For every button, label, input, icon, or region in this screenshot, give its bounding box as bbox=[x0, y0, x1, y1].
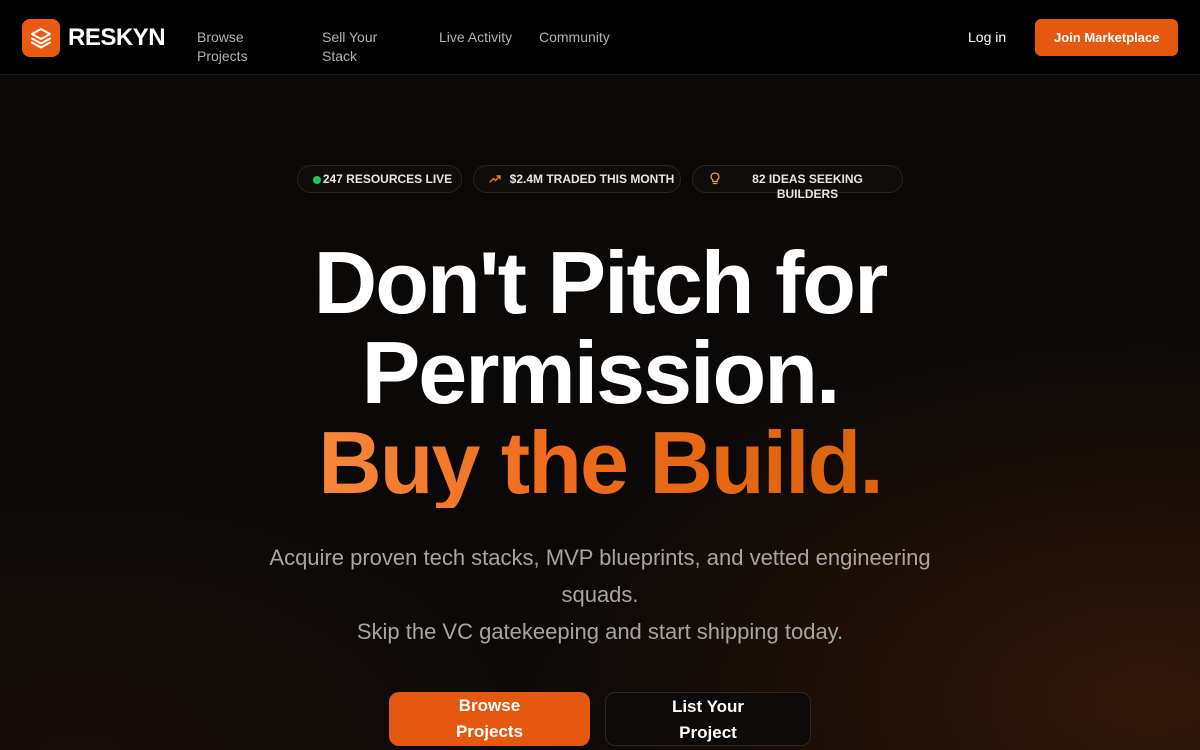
stat-label: 247 RESOURCES LIVE bbox=[322, 172, 453, 186]
headline-line-2: Permission. bbox=[361, 323, 841, 422]
logo-layers-icon[interactable] bbox=[22, 19, 60, 57]
subtitle-line-1: Acquire proven tech stacks, MVP blueprin… bbox=[269, 545, 931, 607]
browse-projects-button[interactable]: Browse Projects bbox=[389, 692, 590, 746]
stat-label: $2.4M TRADED THIS MONTH bbox=[509, 172, 675, 186]
join-marketplace-button[interactable]: Join Marketplace bbox=[1035, 19, 1178, 56]
stat-label: 82 IDEAS SEEKING BUILDERS bbox=[752, 172, 863, 201]
stat-pill-resources: 247 RESOURCES LIVE bbox=[297, 165, 462, 193]
hero-subtitle: Acquire proven tech stacks, MVP blueprin… bbox=[250, 539, 950, 650]
hero-headline: Don't Pitch for Permission. Buy the Buil… bbox=[0, 238, 1200, 508]
green-dot-icon bbox=[313, 176, 321, 184]
stat-pill-traded: $2.4M TRADED THIS MONTH bbox=[473, 165, 681, 193]
trending-up-icon bbox=[489, 173, 501, 189]
top-navbar: RESKYN Browse Projects Sell Your Stack L… bbox=[0, 0, 1200, 75]
nav-browse-projects[interactable]: Browse Projects bbox=[197, 28, 267, 66]
headline-line-1: Don't Pitch for bbox=[313, 233, 889, 332]
stat-pill-ideas: 82 IDEAS SEEKING BUILDERS bbox=[692, 165, 903, 201]
page: RESKYN Browse Projects Sell Your Stack L… bbox=[0, 0, 1200, 750]
nav-live-activity[interactable]: Live Activity bbox=[439, 28, 512, 47]
button-label: Browse Projects bbox=[455, 696, 524, 741]
login-link[interactable]: Log in bbox=[968, 29, 1006, 45]
lightbulb-icon bbox=[710, 172, 720, 190]
headline-line-3: Buy the Build. bbox=[318, 413, 884, 512]
list-your-project-button[interactable]: List Your Project bbox=[605, 692, 811, 746]
nav-community[interactable]: Community bbox=[539, 28, 610, 47]
subtitle-line-2: Skip the VC gatekeeping and start shippi… bbox=[356, 619, 844, 644]
nav-sell-your-stack[interactable]: Sell Your Stack bbox=[322, 28, 392, 66]
brand-name[interactable]: RESKYN bbox=[68, 24, 166, 52]
button-label: List Your Project bbox=[671, 697, 745, 742]
